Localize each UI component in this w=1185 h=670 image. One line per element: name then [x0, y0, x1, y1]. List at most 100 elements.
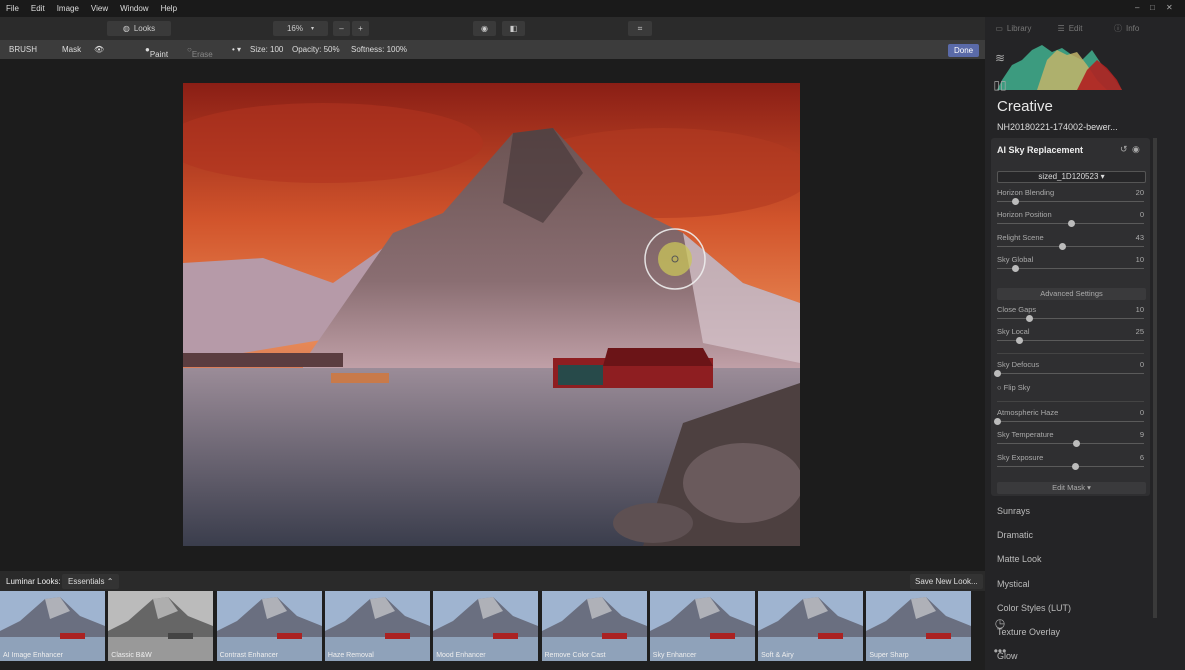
slider-track[interactable]	[997, 201, 1144, 202]
slider-handle[interactable]	[1026, 315, 1034, 322]
tab-edit[interactable]: ☰ Edit	[1042, 17, 1099, 40]
done-button[interactable]: Done	[948, 44, 980, 57]
slider-handle[interactable]	[1067, 220, 1075, 228]
tab-library[interactable]: ▭ Library	[985, 17, 1042, 40]
slider-sky-local[interactable]: Sky Local 25	[997, 327, 1144, 345]
zoom-select[interactable]: 16% ▾	[273, 21, 328, 36]
slider-track[interactable]	[997, 465, 1144, 467]
brush-size-dropdown[interactable]: • ▾	[232, 45, 241, 54]
minimize-icon[interactable]: –	[1135, 3, 1139, 12]
look-mystical[interactable]: Mystical	[997, 579, 1030, 589]
sliders-icon: ☰	[1057, 24, 1065, 33]
menu-file[interactable]: File	[0, 4, 25, 13]
slider-horizon-position[interactable]: Horizon Position 0	[997, 210, 1144, 228]
save-new-look-button[interactable]: Save New Look...	[910, 574, 983, 589]
thumbnail-label: Haze Removal	[327, 652, 374, 659]
look-thumbnail[interactable]: Classic B&W	[108, 591, 214, 661]
size-value[interactable]: Size: 100	[250, 45, 283, 54]
opacity-value[interactable]: Opacity: 50%	[292, 45, 340, 54]
slider-track[interactable]	[997, 443, 1144, 445]
chevron-down-icon: ▾	[311, 26, 315, 32]
layers-icon[interactable]: ≋	[992, 51, 1008, 67]
slider-sky-defocus[interactable]: Sky Defocus 0	[994, 360, 1144, 378]
slider-value: 10	[1135, 305, 1144, 314]
slider-sky-temperature[interactable]: Sky Temperature 9	[997, 430, 1144, 448]
slider-handle[interactable]	[1058, 242, 1066, 250]
menu-window[interactable]: Window	[114, 4, 154, 13]
slider-label: Sky Local	[997, 327, 1030, 337]
slider-label: Sky Exposure	[997, 452, 1044, 462]
slider-sky-global[interactable]: Sky Global 10	[997, 255, 1144, 273]
tab-info-label: Info	[1126, 24, 1140, 33]
slider-handle[interactable]	[994, 418, 1001, 425]
crop-icon[interactable]: ⌗	[628, 21, 652, 36]
info-icon: ⓘ	[1114, 24, 1122, 33]
looks-button[interactable]: ◍ Looks	[107, 21, 171, 36]
look-thumbnail[interactable]: Contrast Enhancer	[216, 591, 322, 661]
slider-handle[interactable]	[1011, 265, 1019, 273]
paint-button[interactable]: ● Paint	[145, 45, 168, 59]
look-dramatic[interactable]: Dramatic	[997, 530, 1033, 540]
close-icon[interactable]: ✕	[1166, 3, 1173, 12]
looks-category-dropdown[interactable]: Essentials ⌃	[62, 574, 120, 589]
slider-label: Sky Global	[997, 255, 1034, 265]
zoom-out-button[interactable]: –	[333, 21, 350, 36]
edit-mask-button[interactable]: Edit Mask ▾	[997, 482, 1146, 494]
slider-track[interactable]	[997, 318, 1144, 319]
slider-handle[interactable]	[1011, 198, 1019, 205]
menu-edit[interactable]: Edit	[25, 4, 51, 13]
look-thumbnail[interactable]: Remove Color Cast	[541, 591, 647, 661]
slider-sky-exposure[interactable]: Sky Exposure 6	[997, 453, 1144, 471]
slider-handle[interactable]	[1073, 440, 1081, 448]
maximize-icon[interactable]: □	[1150, 3, 1155, 12]
thumbnail-image	[433, 591, 539, 661]
main-photo[interactable]	[183, 83, 800, 546]
look-thumbnail[interactable]: AI Image Enhancer	[0, 591, 105, 661]
slider-close-gaps[interactable]: Close Gaps 10	[997, 305, 1144, 323]
advanced-settings-button[interactable]: Advanced Settings	[997, 288, 1146, 300]
slider-track[interactable]	[997, 245, 1144, 247]
slider-track[interactable]	[997, 373, 1144, 374]
undo-icon[interactable]: ↺	[1120, 144, 1128, 155]
slider-handle[interactable]	[994, 370, 1001, 377]
looks-label: Looks	[133, 24, 156, 33]
slider-handle[interactable]	[1071, 462, 1079, 470]
mask-label: Mask	[62, 45, 82, 54]
eye-icon[interactable]: ◉	[473, 21, 496, 36]
menu-view[interactable]: View	[85, 4, 114, 13]
eye-icon[interactable]: 👁	[94, 45, 104, 54]
sky-selection-dropdown[interactable]: sized_1D120523 ▾	[997, 171, 1146, 183]
visibility-toggle-icon[interactable]: ◉	[1132, 144, 1140, 155]
slider-handle[interactable]	[1016, 337, 1024, 345]
slider-value: 43	[1135, 232, 1144, 242]
look-thumbnail[interactable]: Super Sharp	[866, 591, 972, 661]
slider-value: 0	[1139, 360, 1144, 369]
softness-value[interactable]: Softness: 100%	[351, 45, 407, 54]
look-texture-overlay[interactable]: Texture Overlay	[997, 627, 1060, 637]
looks-category-value: Essentials	[68, 577, 105, 586]
look-color-styles[interactable]: Color Styles (LUT)	[997, 603, 1071, 613]
panel-scrollbar[interactable]	[1153, 138, 1157, 618]
look-matte[interactable]: Matte Look	[997, 554, 1042, 564]
slider-horizon-blending[interactable]: Horizon Blending 20	[997, 188, 1144, 206]
flip-sky-checkbox[interactable]: ○ Flip Sky	[997, 383, 1030, 392]
tab-info[interactable]: ⓘ Info	[1098, 17, 1155, 40]
slider-atmospheric-haze[interactable]: Atmospheric Haze 0	[994, 408, 1144, 426]
menu-help[interactable]: Help	[155, 4, 183, 13]
look-thumbnail[interactable]: Haze Removal	[324, 591, 430, 661]
look-thumbnail[interactable]: Sky Enhancer	[649, 591, 755, 661]
slider-track[interactable]	[997, 421, 1144, 422]
look-glow[interactable]: Glow	[997, 651, 1018, 661]
slider-track[interactable]	[997, 268, 1144, 270]
thumbnail-label: Sky Enhancer	[652, 652, 697, 659]
erase-button[interactable]: ○ Erase	[187, 45, 213, 59]
thumbnail-label: Soft & Airy	[761, 652, 794, 659]
look-sunrays[interactable]: Sunrays	[997, 506, 1030, 516]
menu-image[interactable]: Image	[51, 4, 85, 13]
zoom-in-button[interactable]: +	[352, 21, 369, 36]
compare-icon[interactable]: ◧	[502, 21, 525, 36]
panels-icon[interactable]: ▯▯	[992, 78, 1008, 94]
look-thumbnail[interactable]: Soft & Airy	[758, 591, 864, 661]
slider-relight-scene[interactable]: Relight Scene 43	[997, 233, 1144, 251]
look-thumbnail[interactable]: Mood Enhancer	[433, 591, 539, 661]
